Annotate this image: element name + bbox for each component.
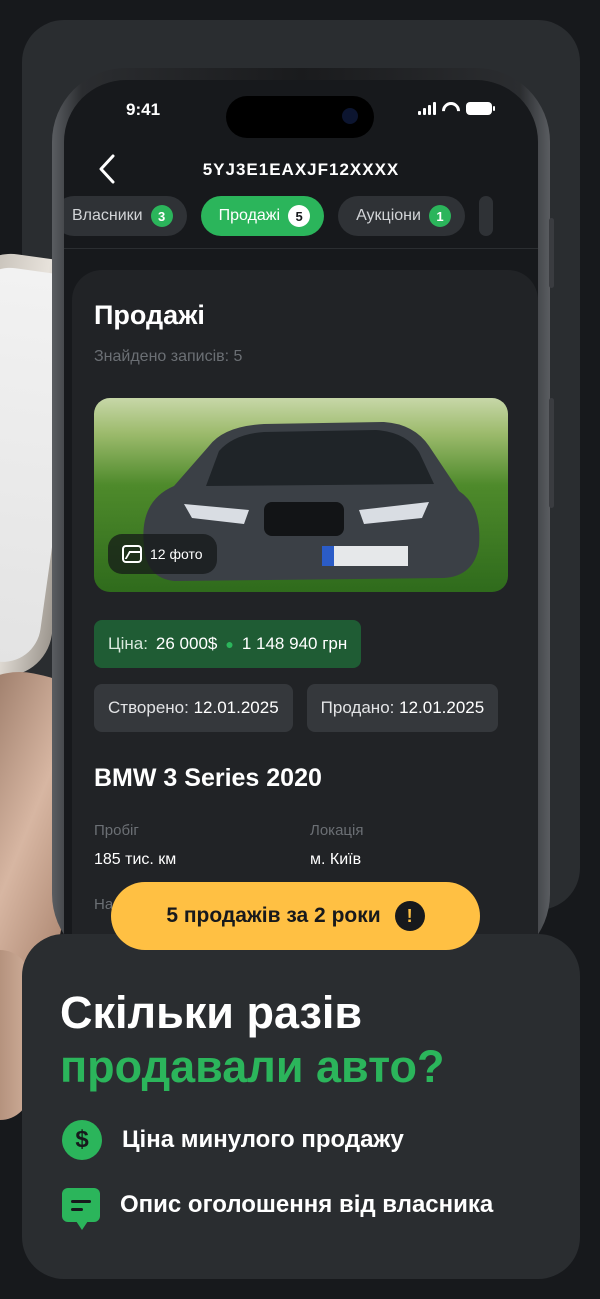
car-model: BMW 3 Series 2020 bbox=[94, 764, 322, 792]
mileage-value: 185 тис. км bbox=[94, 851, 177, 868]
sold-date: 12.01.2025 bbox=[399, 698, 485, 717]
sales-card: Продажі Знайдено записів: 5 12 фото Ціна… bbox=[72, 270, 538, 968]
battery-icon bbox=[466, 102, 495, 115]
tab-label: Власники bbox=[72, 207, 143, 224]
phone-mockup: 9:41 5YJ3E1EAXJF12XXXX Власники 3 Продаж… bbox=[52, 68, 554, 968]
mileage-label: Пробіг bbox=[94, 822, 139, 839]
location-value: м. Київ bbox=[310, 851, 362, 868]
feature-text: Ціна минулого продажу bbox=[122, 1126, 404, 1153]
feature-item-description: Опис оголошення від власника bbox=[62, 1188, 494, 1230]
tab-bar: Власники 3 Продажі 5 Аукціони 1 bbox=[64, 196, 493, 236]
promo-headline: Скільки разів продавали авто? bbox=[60, 986, 445, 1094]
tab-label: Аукціони bbox=[356, 207, 421, 224]
price-chip: Ціна: 26 000$ ● 1 148 940 грн bbox=[94, 620, 362, 668]
nav-bar: 5YJ3E1EAXJF12XXXX bbox=[64, 150, 538, 190]
alert-text: 5 продажів за 2 роки bbox=[166, 904, 381, 927]
status-time: 9:41 bbox=[126, 100, 161, 119]
photo-count-badge[interactable]: 12 фото bbox=[108, 534, 217, 574]
created-label: Створено: bbox=[108, 698, 189, 717]
dollar-icon: $ bbox=[62, 1120, 102, 1160]
sold-label: Продано: bbox=[320, 698, 395, 717]
tab-auctions[interactable]: Аукціони 1 bbox=[338, 196, 465, 236]
vin-title: 5YJ3E1EAXJF12XXXX bbox=[202, 160, 400, 179]
feature-text: Опис оголошення від власника bbox=[120, 1191, 494, 1218]
partial-spec-label: На bbox=[94, 896, 114, 913]
mileage-spec: Пробіг 185 тис. км bbox=[94, 822, 176, 869]
price-label: Ціна: bbox=[108, 634, 148, 653]
tab-owners[interactable]: Власники 3 bbox=[64, 196, 187, 236]
sold-chip: Продано: 12.01.2025 bbox=[306, 684, 499, 732]
photo-count: 12 фото bbox=[150, 546, 203, 562]
divider bbox=[64, 248, 538, 249]
separator-dot: ● bbox=[225, 636, 234, 652]
status-bar: 9:41 bbox=[64, 96, 538, 138]
image-icon bbox=[122, 545, 142, 563]
promo-card: Скільки разів продавали авто? $ Ціна мин… bbox=[22, 934, 580, 1279]
tab-sales[interactable]: Продажі 5 bbox=[200, 196, 325, 236]
location-spec: Локація м. Київ bbox=[310, 822, 363, 869]
date-chips: Створено: 12.01.2025 Продано: 12.01.2025 bbox=[94, 684, 499, 732]
created-date: 12.01.2025 bbox=[193, 698, 279, 717]
tab-next-partial[interactable] bbox=[478, 196, 493, 236]
tab-count-badge: 1 bbox=[428, 205, 451, 227]
records-count: Знайдено записів: 5 bbox=[94, 348, 243, 365]
car-photo[interactable]: 12 фото bbox=[94, 398, 508, 592]
message-icon bbox=[62, 1188, 100, 1230]
tab-count-badge: 5 bbox=[288, 205, 311, 227]
headline-line-1: Скільки разів bbox=[60, 987, 363, 1038]
dynamic-island bbox=[226, 96, 374, 138]
phone-screen: 9:41 5YJ3E1EAXJF12XXXX Власники 3 Продаж… bbox=[64, 80, 538, 968]
tab-label: Продажі bbox=[218, 207, 281, 224]
price-usd: 26 000$ bbox=[155, 634, 218, 653]
created-chip: Створено: 12.01.2025 bbox=[94, 684, 293, 732]
feature-item-price: $ Ціна минулого продажу bbox=[62, 1120, 404, 1160]
price-uah: 1 148 940 грн bbox=[241, 634, 348, 653]
tab-count-badge: 3 bbox=[150, 205, 173, 227]
section-title: Продажі bbox=[94, 300, 205, 330]
signal-icon bbox=[418, 102, 436, 115]
location-label: Локація bbox=[310, 822, 364, 839]
exclamation-icon: ! bbox=[394, 901, 425, 931]
wifi-icon bbox=[442, 102, 460, 115]
headline-line-2: продавали авто? bbox=[60, 1041, 445, 1092]
sales-alert-badge: 5 продажів за 2 роки ! bbox=[111, 882, 480, 950]
